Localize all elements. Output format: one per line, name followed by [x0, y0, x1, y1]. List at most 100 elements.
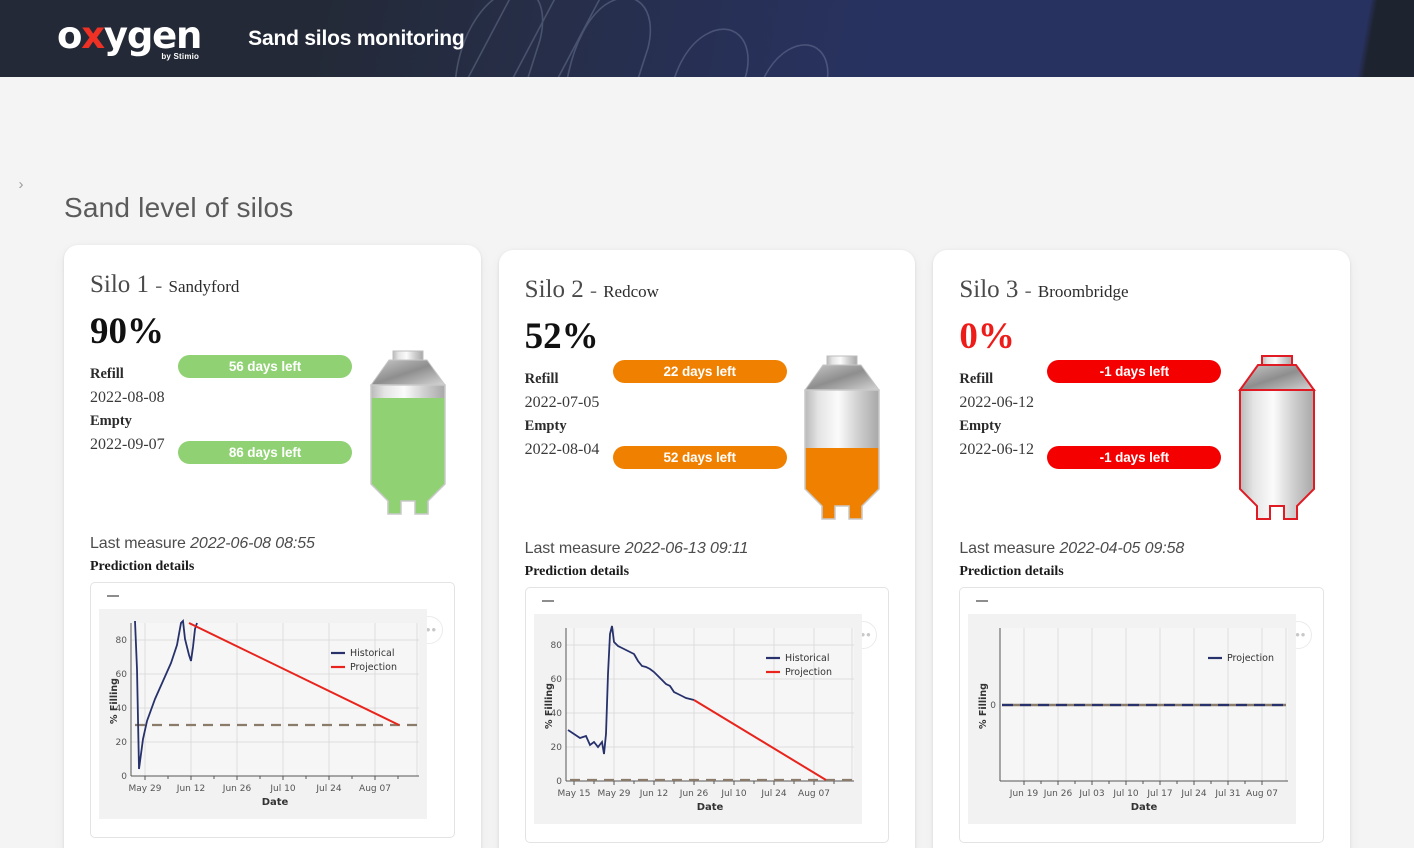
silo-fill-percent: 52%	[524, 316, 599, 357]
prediction-chart-panel[interactable]: ••• 0 20 40 60 80	[524, 587, 890, 843]
svg-text:Projection: Projection	[1227, 653, 1274, 664]
collapse-minus-icon[interactable]	[107, 595, 119, 597]
svg-text:Jun 26: Jun 26	[222, 784, 252, 794]
silo-card-list: Silo 1 - Sandyford 90% Refill 2022-08-08…	[64, 245, 1351, 848]
silo-title: Silo 1 - Sandyford	[90, 271, 455, 299]
svg-text:Historical: Historical	[350, 648, 395, 659]
silo-card[interactable]: Silo 3 - Broombridge 0% Refill 2022-06-1…	[933, 250, 1351, 848]
svg-text:Jul 24: Jul 24	[315, 784, 341, 794]
refill-days-badge: 56 days left	[178, 355, 352, 378]
svg-text:Historical: Historical	[785, 653, 830, 664]
silo-title: Silo 3 - Broombridge	[959, 276, 1324, 304]
last-measure-value: 2022-06-13 09:11	[624, 540, 749, 557]
svg-text:Jul 10: Jul 10	[720, 789, 746, 799]
silo-title-dash: -	[1024, 278, 1032, 302]
svg-text:Jul 24: Jul 24	[1181, 789, 1207, 799]
silo-card[interactable]: Silo 1 - Sandyford 90% Refill 2022-08-08…	[64, 245, 481, 848]
svg-text:% Filling: % Filling	[109, 678, 120, 724]
svg-text:Jul 10: Jul 10	[1113, 789, 1139, 799]
silo-status-row: Refill 2022-08-08 Empty 2022-09-07 56 da…	[90, 350, 455, 531]
prediction-details-title: Prediction details	[90, 559, 195, 574]
svg-text:May 15: May 15	[557, 789, 590, 799]
svg-text:Jul 03: Jul 03	[1079, 789, 1105, 799]
prediction-chart: 020 406080 May 29 Jun 12 Jun 26 Jul 10 J…	[99, 609, 427, 819]
svg-text:Jun 26: Jun 26	[678, 789, 708, 799]
collapse-minus-icon[interactable]	[976, 600, 989, 602]
last-measure-label: Last measure	[524, 540, 621, 557]
logo-subtitle: by Stimio	[161, 51, 200, 61]
silo-title-dash: -	[589, 278, 597, 302]
logo-wordmark: oxygen	[57, 13, 202, 57]
svg-text:Aug 07: Aug 07	[1246, 789, 1278, 799]
oxygen-logo[interactable]: oxygen by Stimio	[57, 13, 202, 61]
svg-text:May 29: May 29	[129, 784, 162, 794]
silo-title: Silo 2 - Redcow	[525, 276, 890, 304]
last-measure-value: 2022-04-05 09:58	[1059, 540, 1185, 557]
svg-text:80: 80	[116, 636, 128, 646]
silo-dates: Refill 2022-06-12 Empty 2022-06-12	[959, 368, 1064, 462]
refill-days-badge: -1 days left	[1047, 360, 1222, 383]
prediction-chart-panel[interactable]: ••• 0 Jun 19 Jun 26 Jul 03 Jul 10 Jul 17…	[959, 587, 1325, 843]
svg-text:Date: Date	[262, 797, 289, 808]
silo-status-row: Refill 2022-06-12 Empty 2022-06-12 -1 da…	[959, 355, 1324, 536]
silo-name: Silo 3	[959, 276, 1019, 303]
svg-text:% Filling: % Filling	[544, 683, 555, 729]
silo-title-dash: -	[155, 273, 163, 297]
last-measure-value: 2022-06-08 08:55	[190, 535, 315, 552]
svg-text:0: 0	[991, 701, 997, 711]
silo-location: Sandyford	[168, 277, 240, 296]
svg-text:Projection: Projection	[350, 662, 397, 673]
prediction-details-title: Prediction details	[524, 564, 630, 579]
silo-location: Broombridge	[1037, 282, 1129, 301]
svg-text:Jul 31: Jul 31	[1215, 789, 1241, 799]
svg-text:Aug 07: Aug 07	[359, 784, 391, 794]
svg-text:Jul 10: Jul 10	[269, 784, 295, 794]
silo-location: Redcow	[603, 282, 659, 301]
silo-card[interactable]: Silo 2 - Redcow 52% Refill 2022-07-05 Em…	[498, 250, 916, 848]
last-measure: Last measure 2022-06-08 08:55	[90, 535, 455, 553]
page-title: Sand level of silos	[64, 192, 294, 223]
empty-days-badge: 86 days left	[178, 441, 352, 464]
header-decorative-pattern	[455, 0, 829, 77]
svg-text:Aug 07: Aug 07	[798, 789, 830, 799]
svg-text:Jun 26: Jun 26	[1043, 789, 1073, 799]
refill-date: 2022-07-05	[524, 394, 600, 411]
last-measure: Last measure 2022-04-05 09:58	[959, 540, 1324, 558]
empty-days-badge: 52 days left	[612, 446, 787, 469]
app-header: oxygen by Stimio Sand silos monitoring	[0, 0, 1414, 77]
silo-dates: Refill 2022-08-08 Empty 2022-09-07	[90, 363, 195, 457]
page-body: › Sand level of silos Silo 1 - Sandyford…	[0, 77, 1414, 848]
svg-text:% Filling: % Filling	[978, 683, 989, 729]
svg-text:Date: Date	[696, 802, 723, 813]
prediction-details-title: Prediction details	[959, 564, 1064, 579]
silo-illustration	[369, 350, 446, 515]
svg-text:Jun 19: Jun 19	[1009, 789, 1039, 799]
silo-fill-percent: 0%	[959, 316, 1015, 357]
svg-text:Projection: Projection	[785, 667, 832, 678]
refill-date: 2022-06-12	[959, 394, 1034, 411]
empty-label: Empty	[90, 413, 132, 429]
last-measure-label: Last measure	[959, 540, 1056, 557]
last-measure: Last measure 2022-06-13 09:11	[525, 540, 890, 558]
empty-days-badge: -1 days left	[1047, 446, 1222, 469]
silo-name: Silo 1	[90, 271, 150, 298]
sidebar-expand-chevron-right-icon[interactable]: ›	[12, 176, 30, 194]
svg-text:0: 0	[121, 772, 127, 782]
svg-text:May 29: May 29	[597, 789, 630, 799]
empty-label: Empty	[524, 418, 567, 434]
svg-text:Jun 12: Jun 12	[638, 789, 667, 799]
prediction-chart-panel[interactable]: ••• 0 20 40 60 80	[90, 582, 455, 838]
svg-text:Jun 12: Jun 12	[176, 784, 205, 794]
svg-text:Jul 17: Jul 17	[1147, 789, 1173, 799]
refill-date: 2022-08-08	[90, 389, 165, 406]
last-measure-label: Last measure	[90, 535, 186, 552]
prediction-chart: 0 Jun 19 Jun 26 Jul 03 Jul 10 Jul 17 Jul…	[968, 614, 1297, 824]
logo-x-letter: x	[81, 13, 105, 57]
svg-text:80: 80	[550, 641, 562, 651]
silo-name: Silo 2	[524, 276, 584, 303]
silo-dates: Refill 2022-07-05 Empty 2022-08-04	[525, 368, 630, 462]
svg-text:20: 20	[116, 738, 128, 748]
silo-illustration	[804, 355, 881, 520]
silo-fill-percent: 90%	[90, 311, 164, 352]
collapse-minus-icon[interactable]	[541, 600, 554, 602]
